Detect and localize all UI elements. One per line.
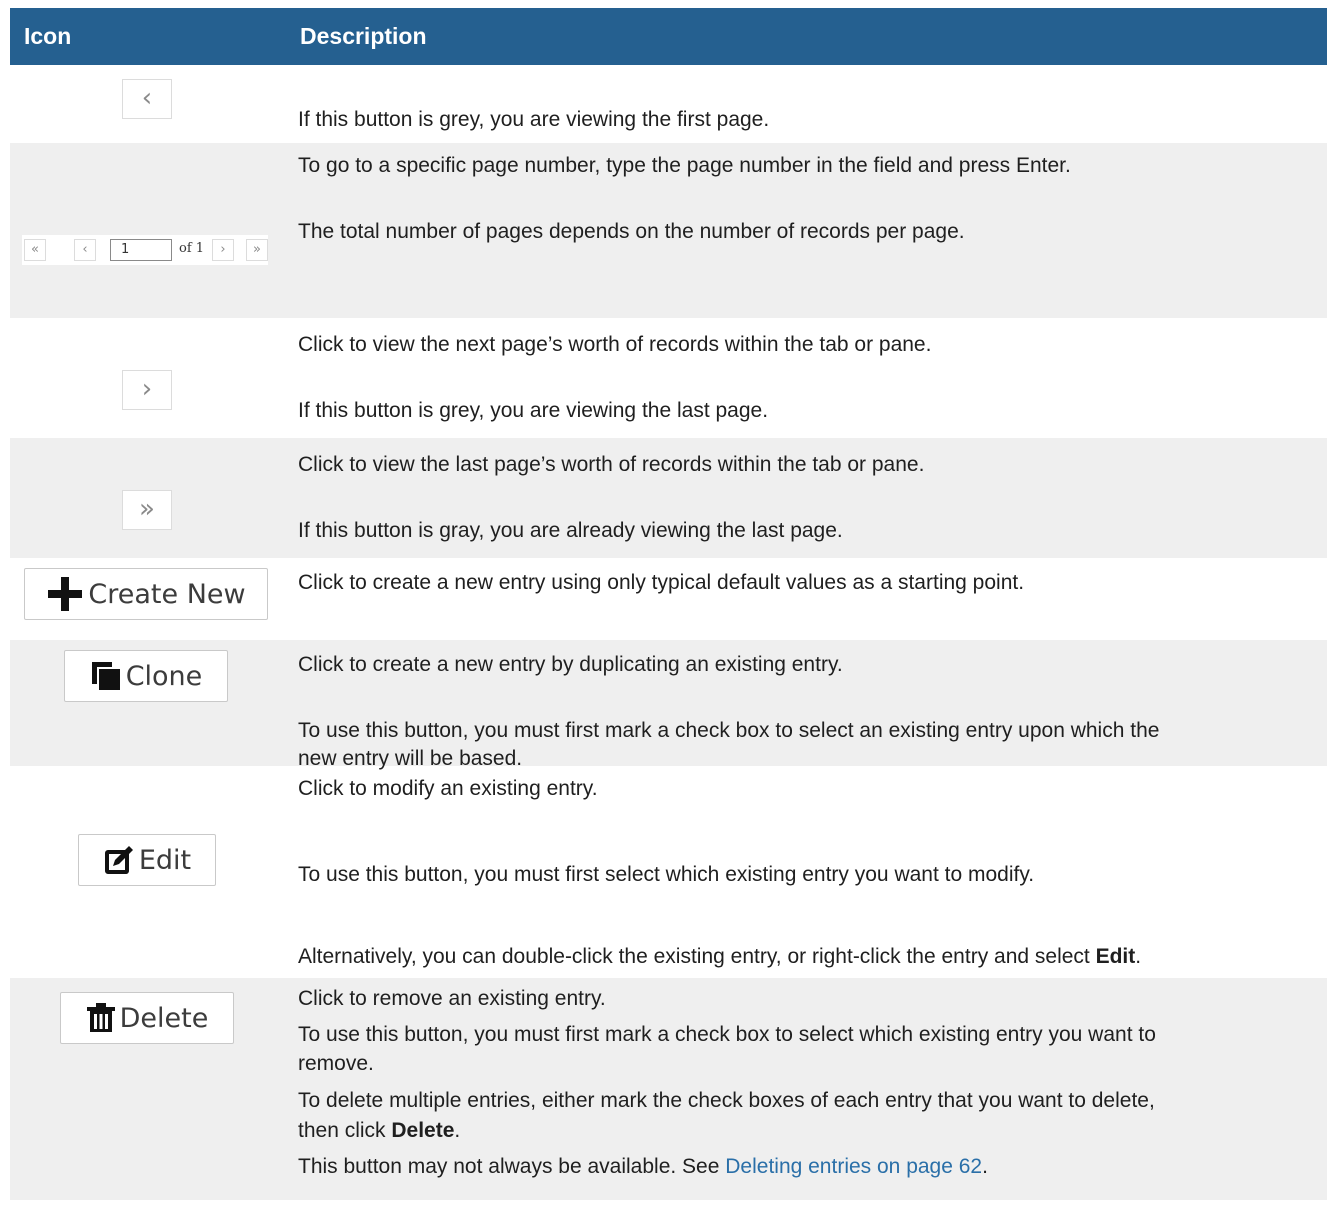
last-page-button[interactable]: » [246, 239, 268, 261]
row-text: Click to view the next page’s worth of r… [298, 333, 932, 356]
row-text: If this button is gray, you are already … [298, 519, 843, 542]
table-row: « ‹ 1 of 1 › » To go to a specific page … [10, 143, 1327, 318]
row-text: then click Delete. [298, 1119, 461, 1142]
edit-label: Edit [138, 844, 192, 876]
table-header: Icon Description [10, 8, 1327, 65]
table-row: ‹ If this button is grey, you are viewin… [10, 65, 1327, 143]
create-new-button[interactable]: Create New [24, 568, 268, 620]
clone-label: Clone [125, 660, 203, 692]
next-page-button[interactable]: › [122, 370, 172, 410]
table-row: » Click to view the last page’s worth of… [10, 438, 1327, 558]
row-text: Alternatively, you can double-click the … [298, 945, 1142, 968]
row-text: Click to remove an existing entry. [298, 987, 606, 1010]
table-row: Create New Click to create a new entry u… [10, 558, 1327, 640]
row-text: Click to view the last page’s worth of r… [298, 453, 925, 476]
table-row: Clone Click to create a new entry by dup… [10, 640, 1327, 770]
create-new-label: Create New [88, 578, 246, 610]
header-icon: Icon [24, 23, 72, 49]
deleting-entries-link[interactable]: Deleting entries on page 62 [725, 1155, 982, 1178]
row-text: Click to modify an existing entry. [298, 777, 598, 800]
next-page-button[interactable]: › [212, 239, 234, 261]
delete-button[interactable]: Delete [60, 992, 234, 1044]
first-page-button[interactable]: « [24, 239, 46, 261]
previous-page-button[interactable]: ‹ [74, 239, 96, 261]
last-page-button[interactable]: » [122, 490, 172, 530]
row-text: remove. [298, 1052, 374, 1075]
edit-button[interactable]: Edit [78, 834, 216, 886]
row-text: To go to a specific page number, type th… [298, 154, 1071, 177]
row-text: To use this button, you must first mark … [298, 1023, 1156, 1046]
row-text: This button may not always be available.… [298, 1155, 988, 1178]
row-text: The total number of pages depends on the… [298, 220, 965, 243]
trash-icon [86, 1002, 116, 1034]
previous-page-button[interactable]: ‹ [122, 79, 172, 119]
row-text: To use this button, you must first selec… [298, 863, 1035, 886]
row-text: Click to create a new entry by duplicati… [298, 653, 843, 676]
row-text: To use this button, you must first mark … [298, 719, 1160, 742]
table-row: Edit Click to modify an existing entry. … [10, 766, 1327, 978]
row-text: If this button is grey, you are viewing … [298, 399, 769, 422]
icon-description-table: Icon Description ‹ If this button is gre… [10, 8, 1327, 1200]
plus-icon [46, 575, 84, 613]
edit-icon [103, 844, 135, 876]
table-row: Delete Click to remove an existing entry… [10, 978, 1327, 1200]
page-number-input[interactable]: 1 [110, 239, 172, 261]
pagination-control: « ‹ 1 of 1 › » [22, 235, 268, 265]
header-description: Description [300, 23, 427, 49]
row-text: If this button is grey, you are viewing … [298, 108, 770, 131]
clone-button[interactable]: Clone [64, 650, 228, 702]
row-text: Click to create a new entry using only t… [298, 571, 1025, 594]
page-count-label: of 1 [179, 241, 205, 256]
clone-icon [90, 660, 122, 692]
delete-label: Delete [119, 1002, 209, 1034]
row-text: To delete multiple entries, either mark … [298, 1089, 1155, 1112]
table-row: › Click to view the next page’s worth of… [10, 318, 1327, 438]
